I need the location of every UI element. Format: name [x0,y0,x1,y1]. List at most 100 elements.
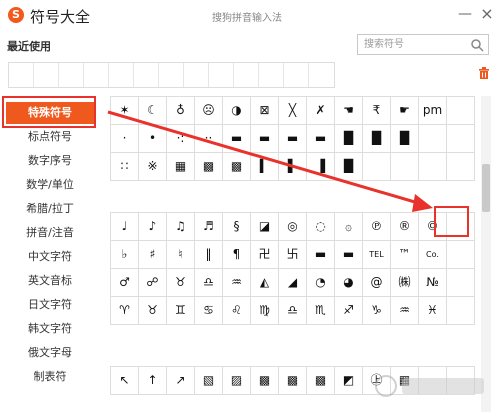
search-input[interactable] [358,35,463,54]
symbol-cell[interactable]: ♌ [223,297,251,325]
symbol-cell[interactable]: ♐ [335,297,363,325]
symbol-cell[interactable]: ▍ [251,153,279,181]
symbol-cell[interactable]: ♂ [111,269,139,297]
symbol-cell[interactable]: ‖ [195,241,223,269]
symbol-cell[interactable]: ▩ [223,153,251,181]
symbol-cell[interactable]: ▩ [279,367,307,395]
symbol-cell[interactable]: ۞ [335,213,363,241]
symbol-cell[interactable]: ☹ [195,97,223,125]
sidebar-category-item[interactable]: 特殊符号 [6,102,94,124]
symbol-cell[interactable]: ¶ [223,241,251,269]
sidebar-category-item[interactable]: 日文字符 [6,294,94,316]
recent-symbol-slot[interactable] [109,63,134,87]
symbol-cell[interactable]: @ [363,269,391,297]
symbol-cell[interactable]: ♬ [195,213,223,241]
symbol-cell[interactable]: ·: [167,125,195,153]
symbol-cell[interactable]: ⊠ [251,97,279,125]
sidebar-category-item[interactable]: 韩文字符 [6,318,94,340]
symbol-cell[interactable] [447,241,475,269]
symbol-cell[interactable]: ◭ [251,269,279,297]
symbol-cell[interactable]: ℗ [363,213,391,241]
sidebar-category-item[interactable]: 英文音标 [6,270,94,292]
symbol-cell[interactable]: ♯ [139,241,167,269]
symbol-cell[interactable]: █ [391,125,419,153]
recent-symbol-slot[interactable] [259,63,284,87]
symbol-cell[interactable]: █ [363,125,391,153]
symbol-cell[interactable]: ·· [195,125,223,153]
symbol-cell[interactable]: ♓ [419,297,447,325]
symbol-cell[interactable]: ↑ [139,367,167,395]
recent-symbol-slot[interactable] [134,63,159,87]
symbol-cell[interactable]: ♫ [167,213,195,241]
symbol-cell[interactable]: ▬ [251,125,279,153]
symbol-cell[interactable]: ▩ [251,367,279,395]
sidebar-category-item[interactable]: 中文字符 [6,246,94,268]
symbol-cell[interactable]: · [111,125,139,153]
symbol-cell[interactable] [447,153,475,181]
symbol-cell[interactable]: ✶ [111,97,139,125]
symbol-cell[interactable]: ₹ [363,97,391,125]
symbol-cell[interactable]: ♭ [111,241,139,269]
recent-symbol-slot[interactable] [9,63,34,87]
symbol-cell[interactable] [447,269,475,297]
symbol-cell[interactable]: ╳ [279,97,307,125]
symbol-cell[interactable] [447,125,475,153]
symbol-cell[interactable]: ▧ [195,367,223,395]
symbol-cell[interactable]: ◪ [251,213,279,241]
symbol-cell[interactable]: ↗ [167,367,195,395]
symbol-cell[interactable]: ♈ [111,297,139,325]
symbol-cell[interactable]: ♪ [139,213,167,241]
symbol-cell[interactable]: § [223,213,251,241]
symbol-cell[interactable] [419,153,447,181]
trash-icon[interactable] [477,66,491,80]
search-icon[interactable] [470,38,484,52]
symbol-cell[interactable]: ♎ [279,297,307,325]
symbol-cell[interactable]: ♁ [167,97,195,125]
symbol-cell[interactable]: ® [391,213,419,241]
symbol-cell[interactable]: ♮ [167,241,195,269]
symbol-cell[interactable]: Co. [419,241,447,269]
symbol-cell[interactable]: ▬ [335,241,363,269]
sidebar-category-item[interactable]: 拼音/注音 [6,222,94,244]
symbol-cell[interactable]: ↖ [111,367,139,395]
sidebar-category-item[interactable]: 数学/单位 [6,174,94,196]
recent-symbol-slot[interactable] [159,63,184,87]
symbol-cell[interactable]: ▌ [279,153,307,181]
recent-symbol-slot[interactable] [234,63,259,87]
sidebar-category-item[interactable]: 希腊/拉丁 [6,198,94,220]
symbol-cell[interactable]: ∷ [111,153,139,181]
symbol-cell[interactable]: pm [419,97,447,125]
symbol-cell[interactable] [391,153,419,181]
symbol-cell[interactable]: ♊ [167,297,195,325]
symbol-cell[interactable]: ▩ [307,367,335,395]
symbol-cell[interactable]: ◕ [335,269,363,297]
symbol-cell[interactable]: ☾ [139,97,167,125]
symbol-cell[interactable]: • [139,125,167,153]
symbol-cell[interactable]: ◔ [307,269,335,297]
sidebar-category-item[interactable]: 制表符 [6,366,94,388]
symbol-cell[interactable]: 卐 [279,241,307,269]
symbol-cell[interactable]: ◩ [335,367,363,395]
symbol-cell[interactable]: ※ [139,153,167,181]
symbol-cell[interactable]: ◑ [223,97,251,125]
recent-symbol-slot[interactable] [84,63,109,87]
sidebar-category-item[interactable]: 俄文字母 [6,342,94,364]
recent-symbol-slot[interactable] [284,63,309,87]
symbol-cell[interactable]: ♩ [111,213,139,241]
symbol-cell[interactable]: ◌ [307,213,335,241]
symbol-cell[interactable]: ▨ [223,367,251,395]
symbol-cell[interactable]: ♏ [307,297,335,325]
symbol-cell[interactable]: TEL [363,241,391,269]
symbol-cell[interactable]: ▬ [279,125,307,153]
symbol-cell[interactable]: ♎ [195,269,223,297]
symbol-cell[interactable]: ♉ [139,297,167,325]
symbol-cell[interactable]: © [419,213,447,241]
symbol-cell[interactable]: ▐ [307,153,335,181]
symbol-cell[interactable] [447,97,475,125]
symbol-cell[interactable]: ▦ [167,153,195,181]
scrollbar-thumb[interactable] [482,164,490,212]
symbol-cell[interactable]: ♋ [195,297,223,325]
symbol-cell[interactable]: ✗ [307,97,335,125]
symbol-cell[interactable]: ♍ [251,297,279,325]
symbol-cell[interactable]: ♒ [223,269,251,297]
